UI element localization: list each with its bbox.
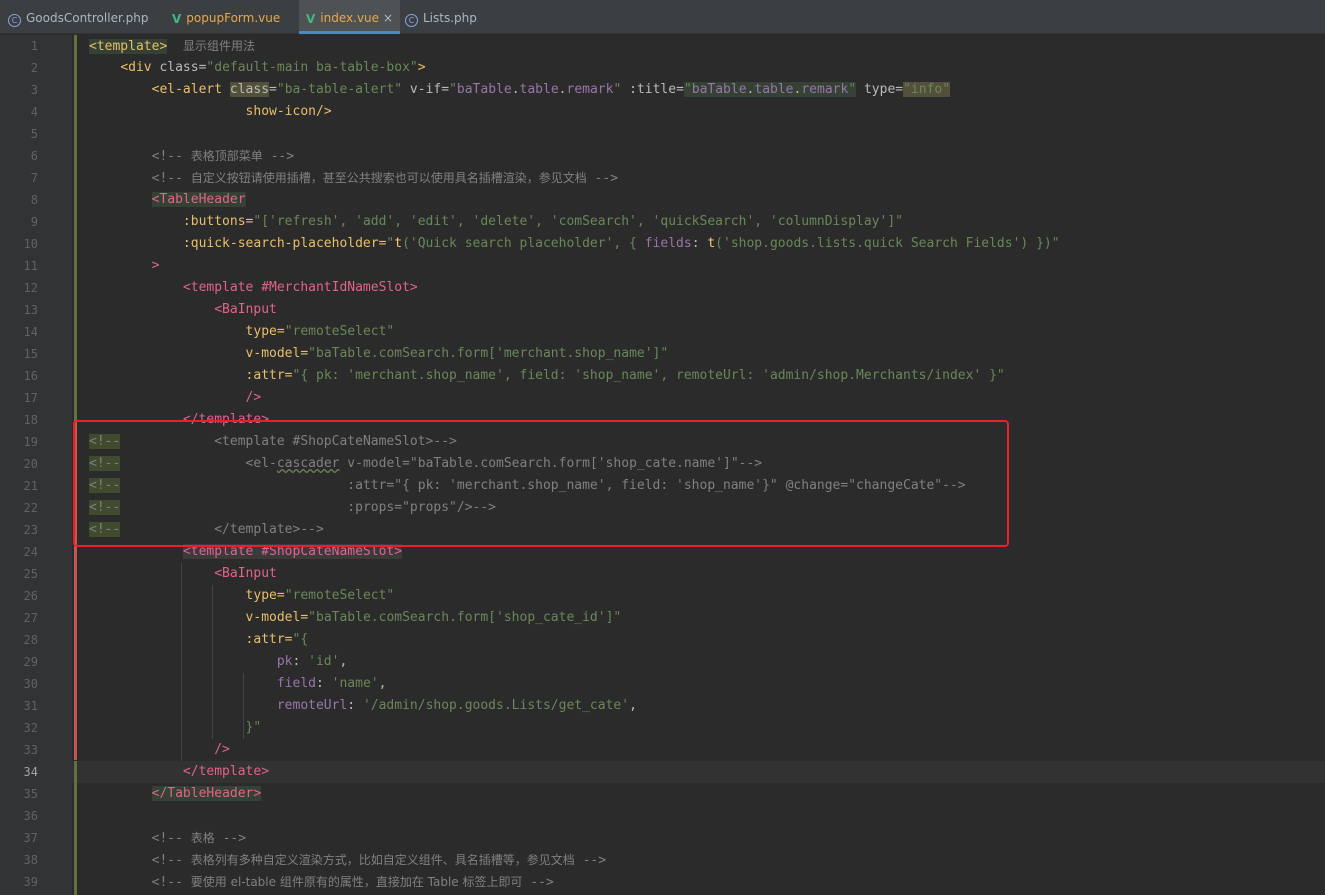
code-line: }" [245,720,262,735]
line-number[interactable]: 17 [0,387,38,409]
tab-index-vue[interactable]: Vindex.vue × [299,0,400,34]
line-number[interactable]: 28 [0,629,38,651]
line-number[interactable]: 10 [0,233,38,255]
inlay-hint: 显示组件用法 [182,39,255,53]
code-line: </template> [182,764,270,779]
code-line: pk: 'id', [276,654,348,669]
line-number[interactable]: 37 [0,827,38,849]
code-line: <!-- 表格列有多种自定义渲染方式，比如自定义组件、具名插槽等，参见文档 --… [151,853,607,868]
code-line: <template #MerchantIdNameSlot> [182,280,418,295]
code-line: v-model="baTable.comSearch.form['merchan… [245,346,669,361]
line-number[interactable]: 36 [0,805,38,827]
line-number[interactable]: 14 [0,321,38,343]
line-number[interactable]: 29 [0,651,38,673]
line-number[interactable]: 22 [0,497,38,519]
code-line: /> [245,390,262,405]
line-number[interactable]: 3 [0,79,38,101]
code-line: <template> 显示组件用法 [89,39,255,54]
tab-label: popupForm.vue [186,11,281,25]
line-number[interactable]: 1 [0,35,38,57]
php-class-icon: C [405,14,418,27]
vue-file-icon: V [306,12,316,26]
line-number[interactable]: 26 [0,585,38,607]
line-number[interactable]: 2 [0,57,38,79]
code-line: show-icon/> [245,104,332,119]
line-number[interactable]: 15 [0,343,38,365]
tab-label: Lists.php [423,11,477,25]
code-line: <BaInput [214,302,277,317]
close-tab-icon[interactable]: × [383,11,393,25]
editor-tab-bar: C GoodsController.php VpopupForm.vue Vind… [0,0,1325,34]
code-line: <!-- 自定义按钮请使用插槽，甚至公共搜索也可以使用具名插槽渲染，参见文档 -… [151,171,619,186]
code-line: <!-- 表格顶部菜单 --> [151,149,295,164]
code-line: :buttons="['refresh', 'add', 'edit', 'de… [182,214,903,229]
code-line: type="remoteSelect" [245,588,395,603]
code-line: :attr="{ [245,632,309,647]
line-number-gutter: 1 2 3 4 5 6 7 8 9 10 11 12 13 14 15 16 17 18 19 20 21 22 23 24 2… [0,35,72,895]
code-line: <TableHeader [151,192,246,207]
code-line: <!-- 要使用 el-table 组件原有的属性，直接加在 Table 标签上… [151,875,554,890]
code-line: /> [214,742,230,757]
line-number[interactable]: 31 [0,695,38,717]
code-line: </TableHeader> [151,786,262,801]
line-number[interactable]: 27 [0,607,38,629]
line-number[interactable]: 25 [0,563,38,585]
code-line: v-model="baTable.comSearch.form['shop_ca… [245,610,622,625]
vcs-change-marker [74,35,77,420]
line-number[interactable]: 24 [0,541,38,563]
line-number[interactable]: 6 [0,145,38,167]
tab-label: index.vue [320,11,380,25]
line-number[interactable]: 21 [0,475,38,497]
line-number[interactable]: 11 [0,255,38,277]
code-line: :quick-search-placeholder="t('Quick sear… [182,236,1060,251]
line-number[interactable]: 16 [0,365,38,387]
code-line: field: 'name', [276,676,387,691]
line-number[interactable]: 9 [0,211,38,233]
code-line: type="remoteSelect" [245,324,395,339]
annotation-highlight-box [73,420,1009,547]
line-number[interactable]: 5 [0,123,38,145]
tab-popup-form[interactable]: VpopupForm.vue [172,0,280,34]
line-number[interactable]: 38 [0,849,38,871]
line-number[interactable]: 19 [0,431,38,453]
code-line: <BaInput [214,566,277,581]
line-number[interactable]: 4 [0,101,38,123]
line-number[interactable]: 13 [0,299,38,321]
line-number[interactable]: 32 [0,717,38,739]
line-number[interactable]: 35 [0,783,38,805]
line-number[interactable]: 7 [0,167,38,189]
code-line: > [151,258,160,273]
line-number[interactable]: 39 [0,871,38,893]
line-number[interactable]: 30 [0,673,38,695]
code-line: remoteUrl: '/admin/shop.goods.Lists/get_… [276,698,637,713]
line-number[interactable]: 8 [0,189,38,211]
code-line: :attr="{ pk: 'merchant.shop_name', field… [245,368,1005,383]
line-number[interactable]: 33 [0,739,38,761]
code-line: <!-- 表格 --> [151,831,247,846]
line-number[interactable]: 20 [0,453,38,475]
tab-lists-php[interactable]: C Lists.php [405,0,477,34]
vcs-change-marker [74,761,77,895]
tab-label: GoodsController.php [26,11,149,25]
vcs-change-marker [74,550,77,760]
php-class-icon: C [8,14,21,27]
line-number[interactable]: 23 [0,519,38,541]
line-number[interactable]: 34 [0,761,38,783]
line-number[interactable]: 12 [0,277,38,299]
code-line: <div class="default-main ba-table-box"> [120,60,426,75]
vue-file-icon: V [172,12,182,26]
tab-goods-controller[interactable]: C GoodsController.php [8,0,148,34]
code-line: <el-alert class="ba-table-alert" v-if="b… [151,82,951,97]
line-number[interactable]: 18 [0,409,38,431]
code-editor[interactable]: 1 2 3 4 5 6 7 8 9 10 11 12 13 14 15 16 17 18 19 20 21 22 23 24 2… [0,35,1325,895]
